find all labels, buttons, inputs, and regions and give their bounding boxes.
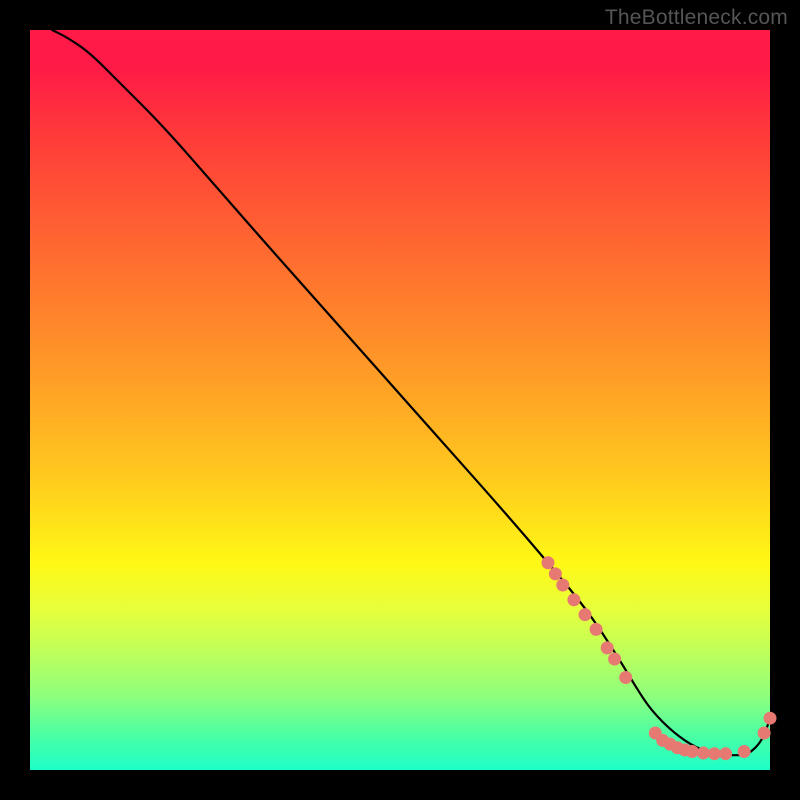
data-point [719, 747, 732, 760]
data-point [549, 567, 562, 580]
data-point [590, 623, 603, 636]
data-point [697, 747, 710, 760]
chart-svg [30, 30, 770, 770]
bottleneck-curve [52, 30, 770, 755]
chart-container: TheBottleneck.com [0, 0, 800, 800]
data-dots [542, 556, 777, 760]
data-point [758, 727, 771, 740]
data-point [567, 593, 580, 606]
data-point [608, 653, 621, 666]
data-point [556, 579, 569, 592]
data-point [542, 556, 555, 569]
data-point [708, 747, 721, 760]
data-point [686, 745, 699, 758]
data-point [579, 608, 592, 621]
data-point [764, 712, 777, 725]
data-point [738, 745, 751, 758]
data-point [619, 671, 632, 684]
plot-area [30, 30, 770, 770]
watermark-text: TheBottleneck.com [605, 6, 788, 30]
data-point [601, 641, 614, 654]
